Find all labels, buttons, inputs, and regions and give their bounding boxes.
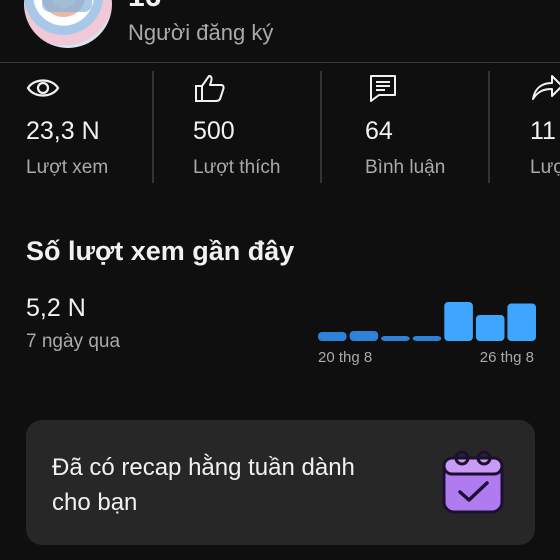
eye-icon (26, 79, 60, 97)
section-title: Số lượt xem gần đây (26, 236, 295, 266)
channel-avatar[interactable] (24, 0, 112, 48)
chart-bar-26-thg-8 (507, 303, 536, 341)
chart-bar-23-thg-8 (412, 336, 442, 341)
stat-label: Lượt thích (193, 157, 281, 178)
calendar-check-icon (442, 450, 504, 514)
x-tick-label: 20 thg 8 (318, 349, 372, 366)
stat-label: Bình luận (365, 157, 446, 178)
stat-label: Lượt xem (26, 157, 109, 178)
share-icon (532, 75, 560, 100)
divider (320, 71, 322, 183)
chart-bar-20-thg-8 (318, 332, 347, 341)
stat-value: 23,3 N (26, 117, 100, 145)
x-tick-label: 26 thg 8 (480, 349, 534, 366)
recent-views-value: 5,2 N (26, 294, 86, 322)
stats-row: 23,3 N Lượt xem 500 Lượt thích 64 Bình l… (0, 63, 560, 193)
comment-icon (370, 75, 396, 102)
chart-bar-24-thg-8 (444, 302, 473, 341)
divider (488, 71, 490, 183)
recent-views-caption: 7 ngày qua (26, 331, 121, 352)
stat-value: 500 (193, 117, 235, 145)
chart-bar-21-thg-8 (349, 331, 379, 341)
divider (152, 71, 154, 183)
chart-bar-25-thg-8 (475, 315, 505, 341)
stat-label: Lượt (530, 157, 560, 178)
recap-text: Đã có recap hằng tuần dành cho bạn (52, 454, 355, 516)
subscriber-label: Người đăng ký (128, 20, 274, 45)
thumbs-up-icon (195, 75, 225, 102)
weekly-recap-card[interactable]: Đã có recap hằng tuần dành cho bạn (26, 420, 535, 545)
stat-value: 11 (530, 117, 556, 145)
chart-bar-22-thg-8 (381, 336, 410, 341)
stat-value: 64 (365, 117, 393, 145)
channel-title: 16 (128, 0, 161, 14)
recent-views-chart[interactable]: 20 thg 8 26 thg 8 (316, 282, 538, 372)
